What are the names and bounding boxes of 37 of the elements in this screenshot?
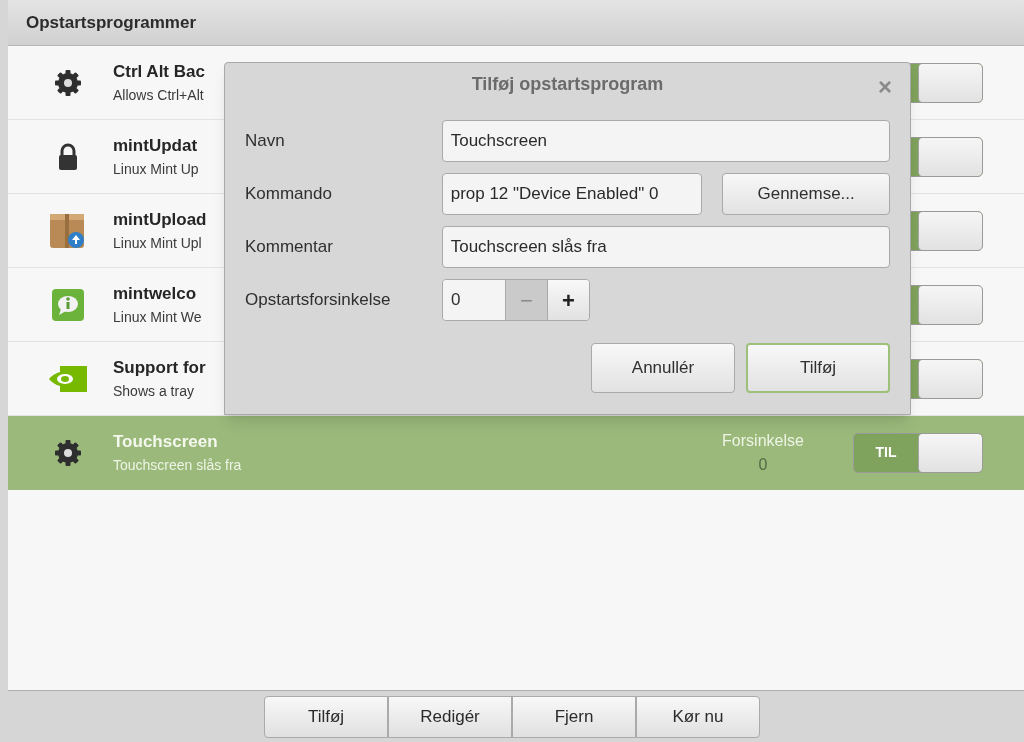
toolbar-button[interactable]: Tilføj — [264, 695, 388, 738]
package-icon — [48, 211, 87, 250]
field-label: Opstartsforsinkelse — [245, 289, 392, 312]
increment-button[interactable]: + — [547, 280, 589, 320]
field-label: Kommando — [245, 183, 333, 206]
program-name: Ctrl Alt Bac — [113, 61, 205, 84]
program-name: Support for — [113, 357, 206, 380]
program-description: Allows Ctrl+Alt — [113, 85, 204, 105]
spin-field[interactable]: 0 − + — [442, 279, 590, 321]
dialog-button[interactable]: Annullér — [591, 343, 735, 393]
dialog-title: Tilføj opstartsprogram — [471, 72, 664, 96]
window-title: Opstartsprogrammer — [26, 11, 197, 34]
dialog-button[interactable]: Tilføj — [746, 343, 890, 393]
text-field[interactable]: Touchscreen slås fra — [441, 226, 890, 268]
program-name: mintwelco — [113, 283, 197, 306]
info-icon — [50, 287, 85, 322]
program-name: Touchscreen — [113, 431, 218, 454]
delay-label: Forsinkelse — [722, 430, 804, 451]
delay-value: 0 — [758, 454, 768, 475]
program-name: mintUpload — [113, 209, 207, 232]
program-description: Linux Mint Up — [113, 159, 199, 179]
command-field[interactable]: prop 12 "Device Enabled" 0 — [441, 173, 703, 215]
switch-label: TIL — [875, 443, 897, 462]
toolbar-button[interactable]: Fjern — [512, 695, 636, 738]
program-description: Touchscreen slås fra — [113, 455, 242, 475]
eye-icon — [47, 364, 88, 393]
toolbar-button[interactable]: Kør nu — [636, 695, 760, 738]
browse-button[interactable]: Gennemse... — [722, 173, 890, 215]
field-label: Kommentar — [245, 236, 334, 259]
padlock-icon — [56, 142, 79, 171]
field-label: Navn — [245, 130, 286, 153]
text-field[interactable]: Touchscreen — [441, 120, 890, 162]
program-description: Linux Mint We — [113, 307, 202, 327]
program-description: Linux Mint Upl — [113, 233, 202, 253]
toolbar-button[interactable]: Redigér — [388, 695, 512, 738]
program-description: Shows a tray — [113, 381, 194, 401]
program-name: mintUpdat — [113, 135, 198, 158]
